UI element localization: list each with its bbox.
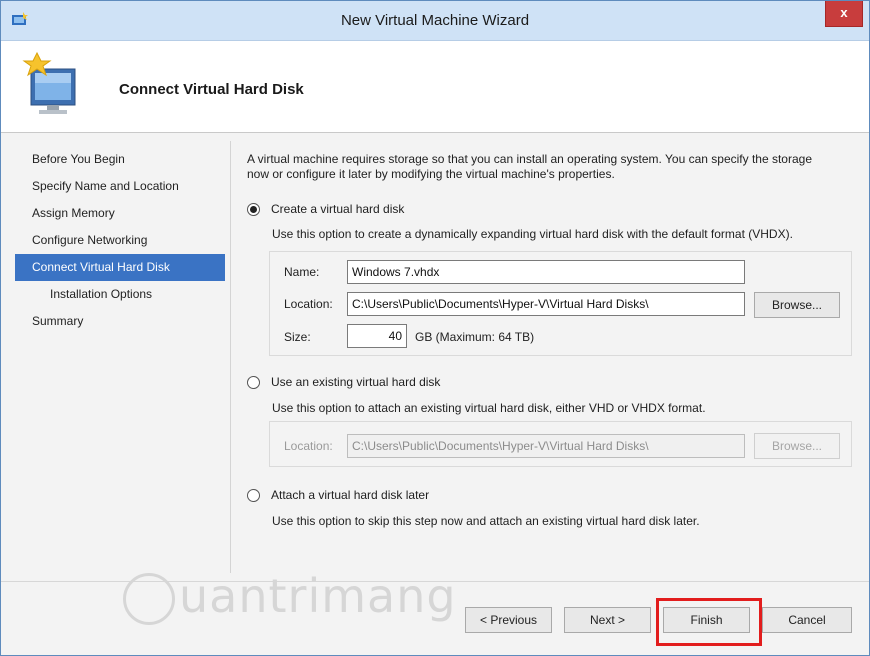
existing-disk-description: Use this option to attach an existing vi… [272,401,706,415]
nav-item-installation-options[interactable]: Installation Options [15,281,225,308]
size-label: Size: [284,330,311,344]
create-disk-group: Name: Windows 7.vhdx Location: C:\Users\… [269,251,852,356]
virtual-machine-icon [22,51,76,114]
attach-later-radio[interactable] [247,488,260,502]
nav-item-assign-memory[interactable]: Assign Memory [15,200,225,227]
nav-item-connect-virtual-hard-disk[interactable]: Connect Virtual Hard Disk [15,254,225,281]
location-label: Location: [284,297,333,311]
close-button[interactable]: x [825,1,863,27]
nav-item-specify-name-location[interactable]: Specify Name and Location [15,173,225,200]
browse-button[interactable]: Browse... [754,292,840,318]
size-unit-label: GB (Maximum: 64 TB) [415,330,535,344]
existing-disk-option[interactable]: Use an existing virtual hard disk [247,373,440,391]
cancel-button[interactable]: Cancel [762,607,852,633]
nav-item-summary[interactable]: Summary [15,308,225,335]
attach-later-label: Attach a virtual hard disk later [271,488,430,502]
wizard-steps-nav: Before You Begin Specify Name and Locati… [15,146,225,335]
create-disk-label: Create a virtual hard disk [271,202,405,216]
attach-later-option[interactable]: Attach a virtual hard disk later [247,486,429,504]
create-disk-option[interactable]: Create a virtual hard disk [247,200,404,218]
watermark-text: uantrimang [179,569,457,623]
nav-item-configure-networking[interactable]: Configure Networking [15,227,225,254]
nav-item-before-you-begin[interactable]: Before You Begin [15,146,225,173]
watermark: uantrimang [121,569,457,623]
title-bar[interactable]: New Virtual Machine Wizard x [1,1,869,41]
size-input[interactable]: 40 [347,324,407,348]
window-title: New Virtual Machine Wizard [340,12,530,29]
previous-button[interactable]: < Previous [465,607,552,633]
nav-divider [230,141,231,573]
existing-disk-group: Location: C:\Users\Public\Documents\Hype… [269,421,852,467]
content-panel: A virtual machine requires storage so th… [247,152,857,182]
location-input[interactable]: C:\Users\Public\Documents\Hyper-V\Virtua… [347,292,745,316]
existing-disk-label: Use an existing virtual hard disk [271,375,441,389]
create-disk-radio[interactable] [247,202,260,216]
existing-disk-radio[interactable] [247,375,260,389]
existing-location-input[interactable]: C:\Users\Public\Documents\Hyper-V\Virtua… [347,434,745,458]
wizard-window: New Virtual Machine Wizard x Connect Vir… [0,0,870,656]
name-input[interactable]: Windows 7.vhdx [347,260,745,284]
existing-browse-button[interactable]: Browse... [754,433,840,459]
page-title: Connect Virtual Hard Disk [119,81,304,98]
next-button[interactable]: Next > [564,607,651,633]
name-label: Name: [284,265,320,279]
intro-text: A virtual machine requires storage so th… [247,152,812,181]
create-disk-description: Use this option to create a dynamically … [272,227,793,241]
finish-highlight-box [656,598,762,646]
wizard-header: Connect Virtual Hard Disk [1,41,869,133]
existing-location-label: Location: [284,439,333,453]
attach-later-description: Use this option to skip this step now an… [272,514,700,528]
